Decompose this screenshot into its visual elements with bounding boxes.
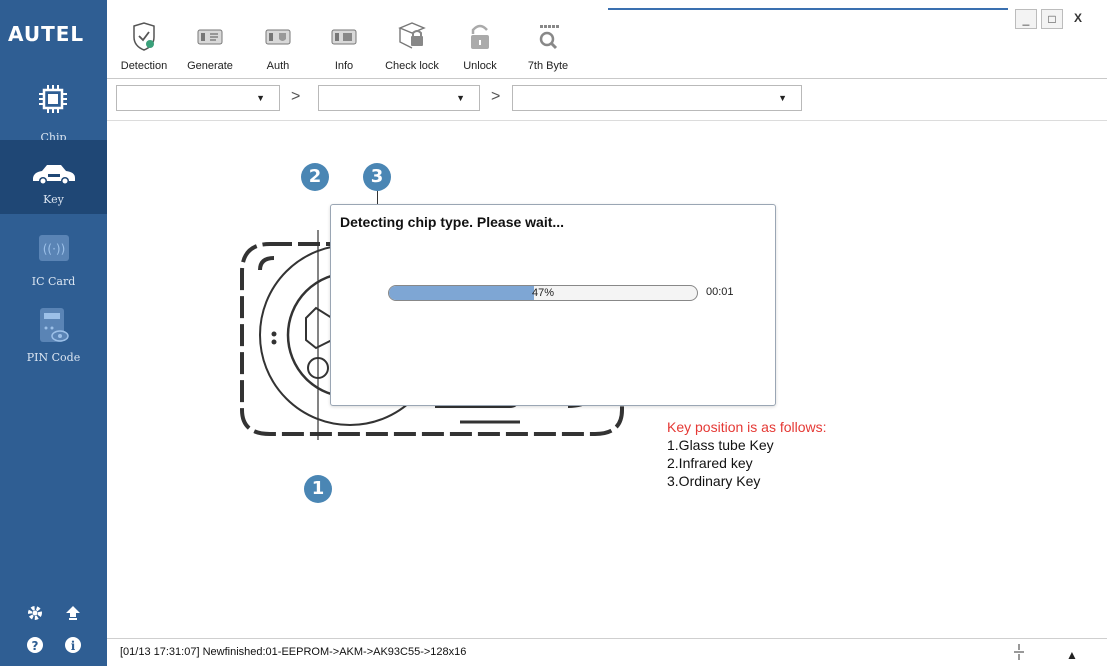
svg-text:i: i (71, 639, 76, 653)
unlock-icon (450, 22, 510, 52)
model-select[interactable]: ▼ (512, 85, 802, 111)
marker-3: 3 (363, 163, 391, 191)
status-divider (107, 638, 1107, 639)
toolbar-label: 7th Byte (527, 60, 569, 72)
legend-heading: Key position is as follows: (667, 419, 827, 435)
sidebar-item-label: PIN Code (26, 351, 81, 364)
dialog-title: Detecting chip type. Please wait... (340, 214, 565, 230)
legend-item: 3.Ordinary Key (667, 473, 761, 489)
chip-icon (38, 84, 68, 117)
toolbar-label: Detection (120, 60, 168, 72)
collapse-up-icon[interactable]: ▲ (1066, 648, 1078, 662)
splitter-handle-icon[interactable] (1013, 643, 1025, 666)
info-icon[interactable]: i (64, 636, 82, 654)
pin-code-icon (38, 306, 70, 349)
svg-text:?: ? (32, 639, 39, 653)
auth-button[interactable]: Auth (248, 22, 308, 78)
minimize-button[interactable]: _ (1015, 9, 1037, 29)
progress-label: 47% (531, 287, 555, 299)
detection-button[interactable]: Detection (114, 22, 174, 78)
elapsed-time: 00:01 (706, 286, 734, 298)
sidebar-item-pin-code[interactable]: PIN Code (0, 302, 107, 376)
brand-select[interactable]: ▼ (318, 85, 480, 111)
chip-type-select[interactable]: ▼ (116, 85, 280, 111)
legend-item: 2.Infrared key (667, 455, 753, 471)
toolbar-label: Auth (266, 60, 290, 72)
nfc-card-icon: ((·)) (38, 234, 70, 265)
selector-divider (107, 120, 1107, 121)
progress-dialog: Detecting chip type. Please wait... 47% … (330, 204, 776, 406)
generate-button[interactable]: Generate (180, 22, 240, 78)
upload-icon[interactable] (64, 604, 82, 622)
marker-2: 2 (301, 163, 329, 191)
close-button[interactable]: X (1067, 9, 1089, 29)
shield-check-icon (114, 22, 174, 52)
dropdown-arrow-icon: ▼ (778, 93, 787, 103)
key-position-legend: Key position is as follows: 1.Glass tube… (667, 418, 827, 490)
toolbar-label: Info (334, 60, 354, 72)
autel-logo: AUTEL (8, 22, 85, 46)
settings-icon[interactable] (26, 604, 44, 622)
info-button[interactable]: Info (314, 22, 374, 78)
path-separator: > (291, 88, 301, 105)
toolbar-label: Unlock (463, 60, 497, 72)
toolbar-label: Check lock (385, 60, 439, 72)
sidebar: AUTEL Chip Key ((·)) IC Card PIN Code ? … (0, 0, 107, 666)
dropdown-arrow-icon: ▼ (456, 93, 465, 103)
toolbar-label: Generate (187, 60, 233, 72)
info-card-icon (314, 22, 374, 52)
status-log: [01/13 17:31:07] Newfinished:01-EEPROM->… (120, 646, 467, 658)
sidebar-item-label: Key (43, 193, 64, 206)
progress-bar: 47% (388, 285, 698, 301)
toolbar-divider (107, 78, 1107, 79)
unlock-button[interactable]: Unlock (450, 22, 510, 78)
car-key-icon (30, 162, 78, 191)
dropdown-arrow-icon: ▼ (256, 93, 265, 103)
legend-item: 1.Glass tube Key (667, 437, 774, 453)
marker-1: 1 (304, 475, 332, 503)
sidebar-item-label: IC Card (31, 275, 76, 288)
byte-search-icon (518, 22, 578, 52)
seventh-byte-button[interactable]: 7th Byte (518, 22, 578, 78)
title-accent-line (608, 8, 1008, 10)
maximize-button[interactable]: □ (1041, 9, 1063, 29)
sidebar-item-ic-card[interactable]: ((·)) IC Card (0, 226, 107, 300)
auth-icon (248, 22, 308, 52)
sidebar-item-key[interactable]: Key (0, 140, 107, 214)
svg-text:((·)): ((·)) (43, 242, 66, 256)
path-separator: > (491, 88, 501, 105)
generate-icon (180, 22, 240, 52)
check-lock-icon (382, 22, 442, 52)
check-lock-button[interactable]: Check lock (382, 22, 442, 78)
help-icon[interactable]: ? (26, 636, 44, 654)
